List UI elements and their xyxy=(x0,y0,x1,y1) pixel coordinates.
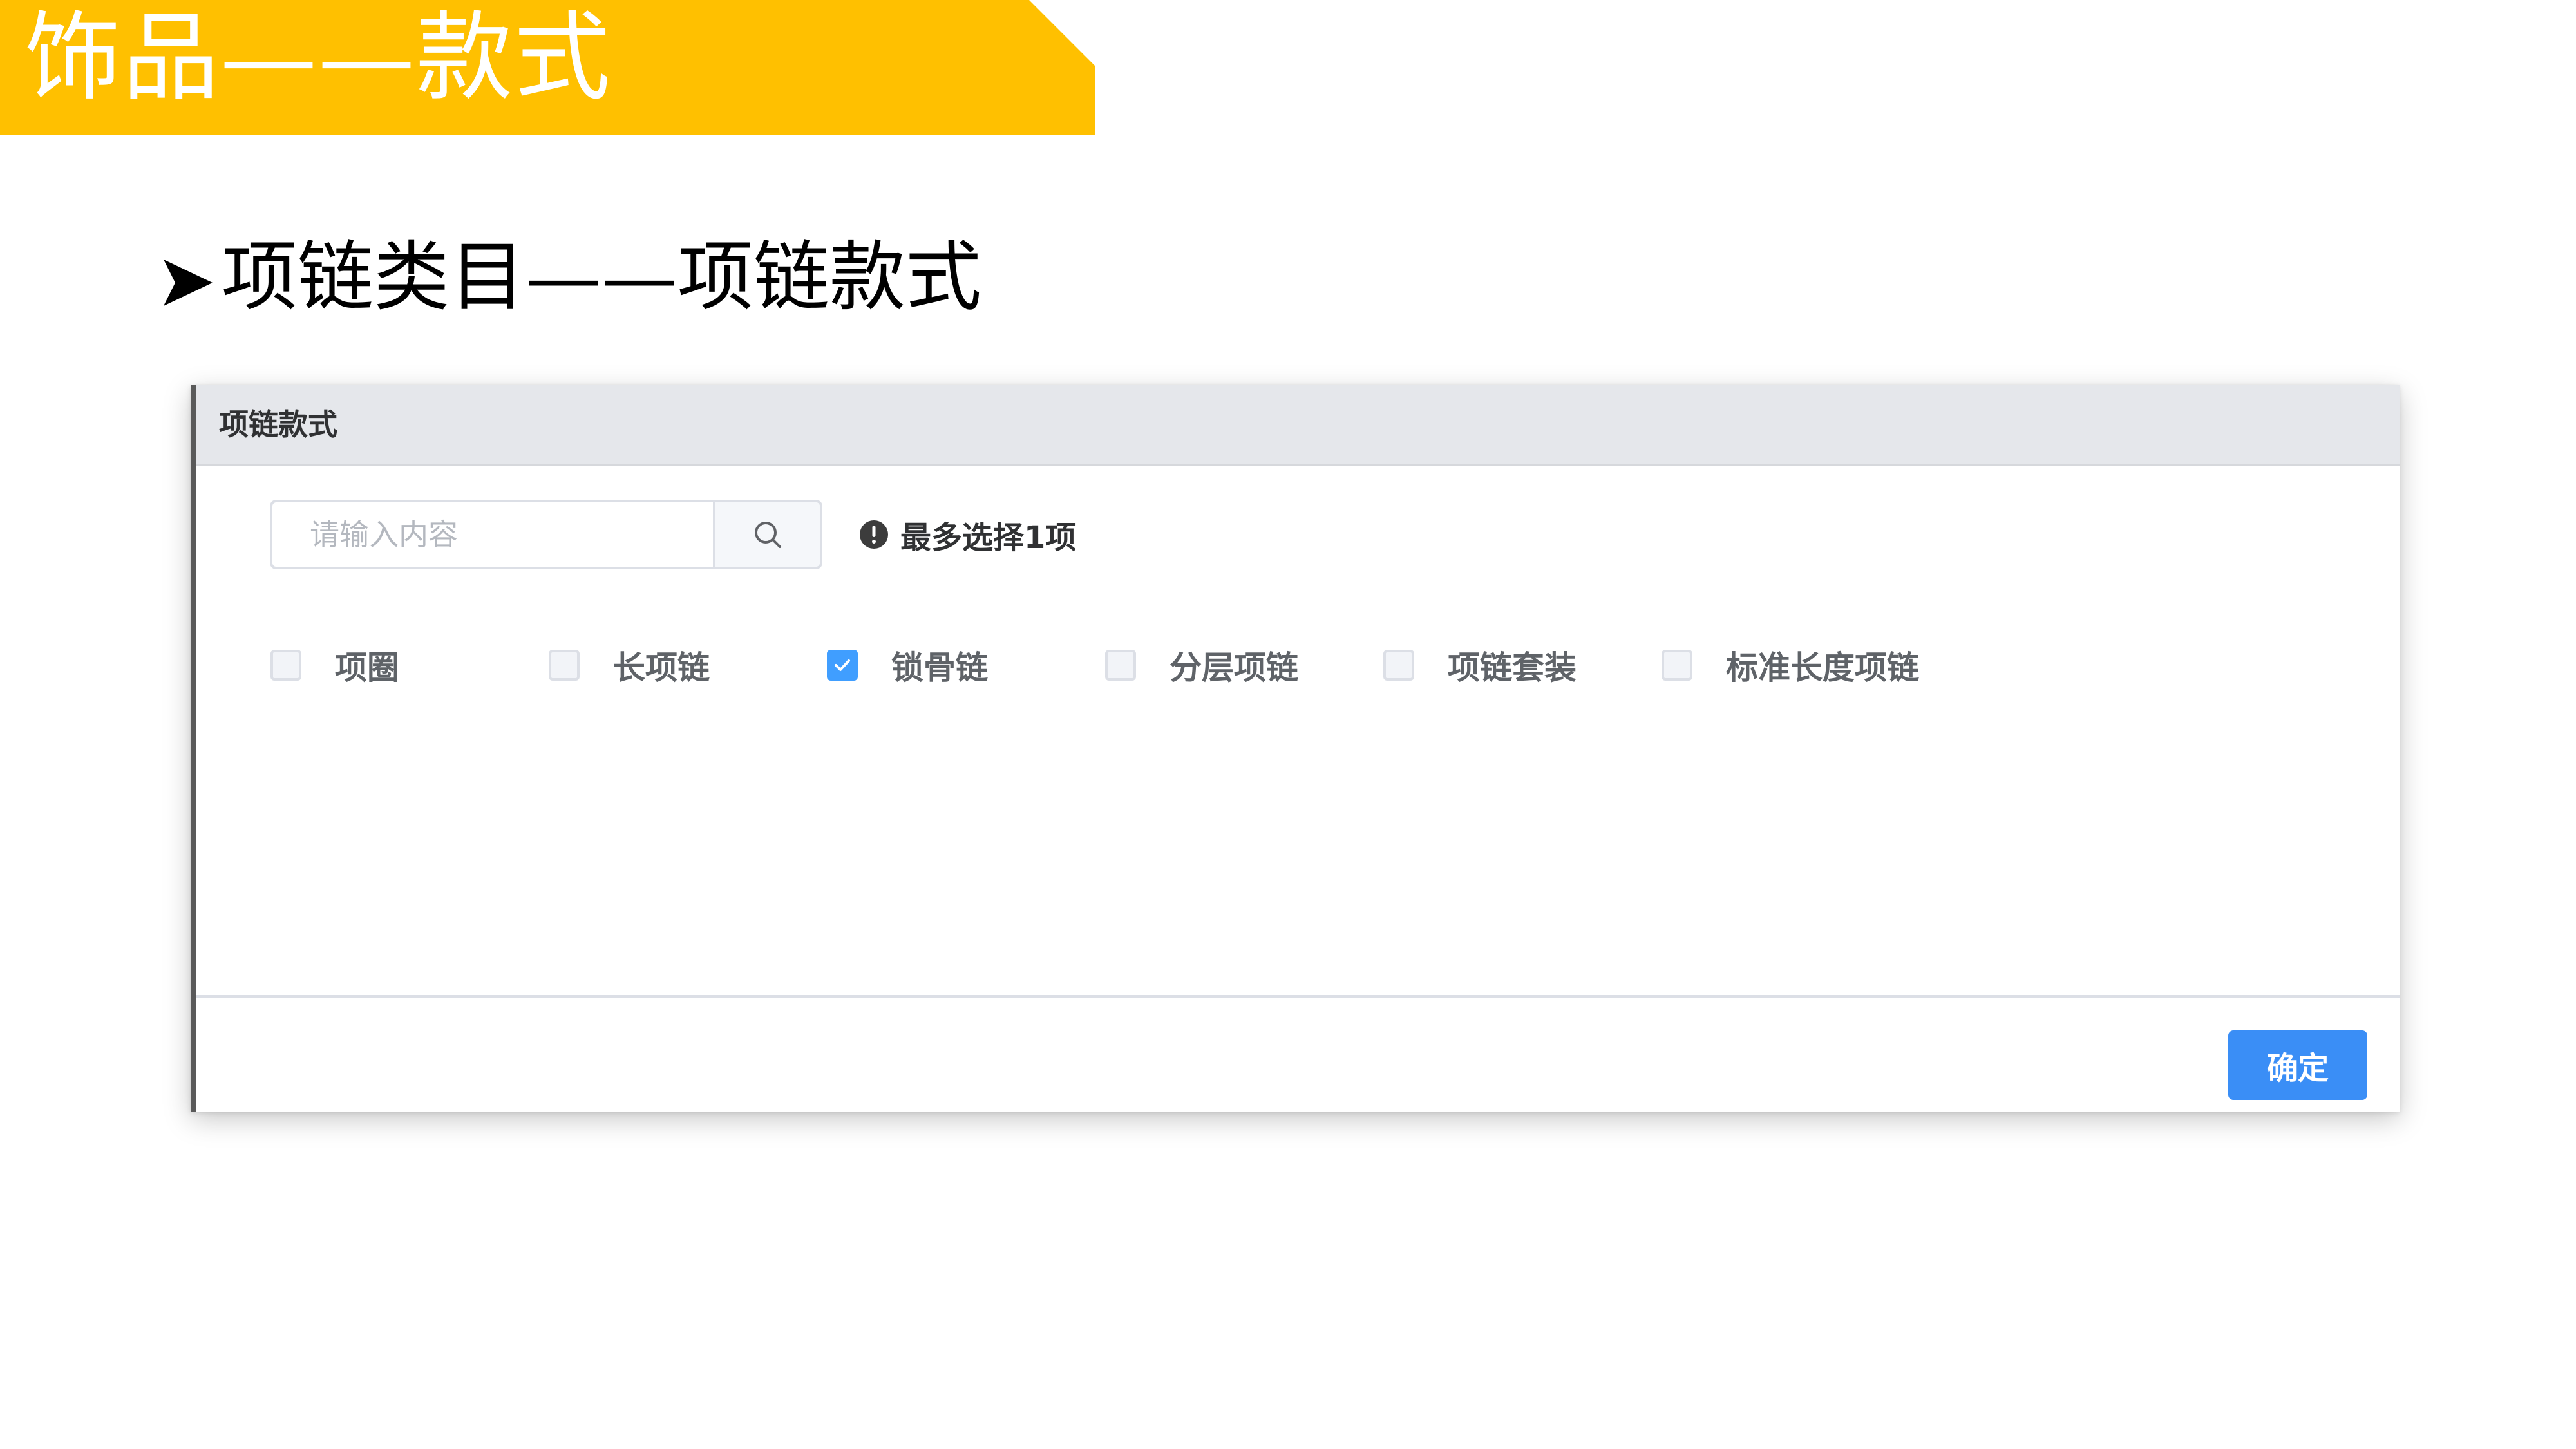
confirm-button[interactable]: 确定 xyxy=(2228,1030,2367,1100)
slide-title: 饰品——款式 xyxy=(24,2,612,114)
option-collarbone-chain[interactable]: 锁骨链 xyxy=(827,636,988,694)
exclamation-circle-icon xyxy=(860,520,888,549)
checkbox[interactable] xyxy=(1662,650,1692,681)
bullet-heading-text: 项链类目——项链款式 xyxy=(222,232,982,321)
option-necklace-set[interactable]: 项链套装 xyxy=(1383,636,1577,694)
style-dialog: 项链款式 最多选择1项 项圈 长项链 xyxy=(191,385,2400,1112)
option-long-necklace[interactable]: 长项链 xyxy=(549,636,710,694)
option-standard-length-necklace[interactable]: 标准长度项链 xyxy=(1662,636,1919,694)
hint-text: 最多选择1项 xyxy=(900,520,1077,556)
selection-hint: 最多选择1项 xyxy=(859,500,1076,569)
checkbox[interactable] xyxy=(1383,650,1414,681)
option-label: 长项链 xyxy=(613,649,710,687)
bullet-heading: 项链类目——项链款式 xyxy=(161,229,981,325)
dialog-title: 项链款式 xyxy=(219,407,337,442)
option-xiangquan[interactable]: 项圈 xyxy=(270,636,399,694)
option-label: 分层项链 xyxy=(1170,649,1298,687)
option-label: 锁骨链 xyxy=(891,649,988,687)
dialog-header: 项链款式 xyxy=(196,385,2400,466)
checkbox[interactable] xyxy=(549,650,580,681)
arrow-bullet-icon xyxy=(161,235,219,332)
option-label: 项圈 xyxy=(335,649,399,687)
option-layered-necklace[interactable]: 分层项链 xyxy=(1105,636,1298,694)
checkbox[interactable] xyxy=(270,650,301,681)
option-label: 项链套装 xyxy=(1448,649,1577,687)
search-button[interactable] xyxy=(713,502,820,567)
search-icon xyxy=(755,522,781,548)
search-input[interactable] xyxy=(272,502,714,567)
option-label: 标准长度项链 xyxy=(1726,649,1919,687)
checkbox[interactable] xyxy=(1105,650,1136,681)
search-box xyxy=(270,500,822,569)
checkbox-checked[interactable] xyxy=(827,650,858,681)
footer-divider xyxy=(196,995,2400,998)
check-icon xyxy=(835,659,850,671)
